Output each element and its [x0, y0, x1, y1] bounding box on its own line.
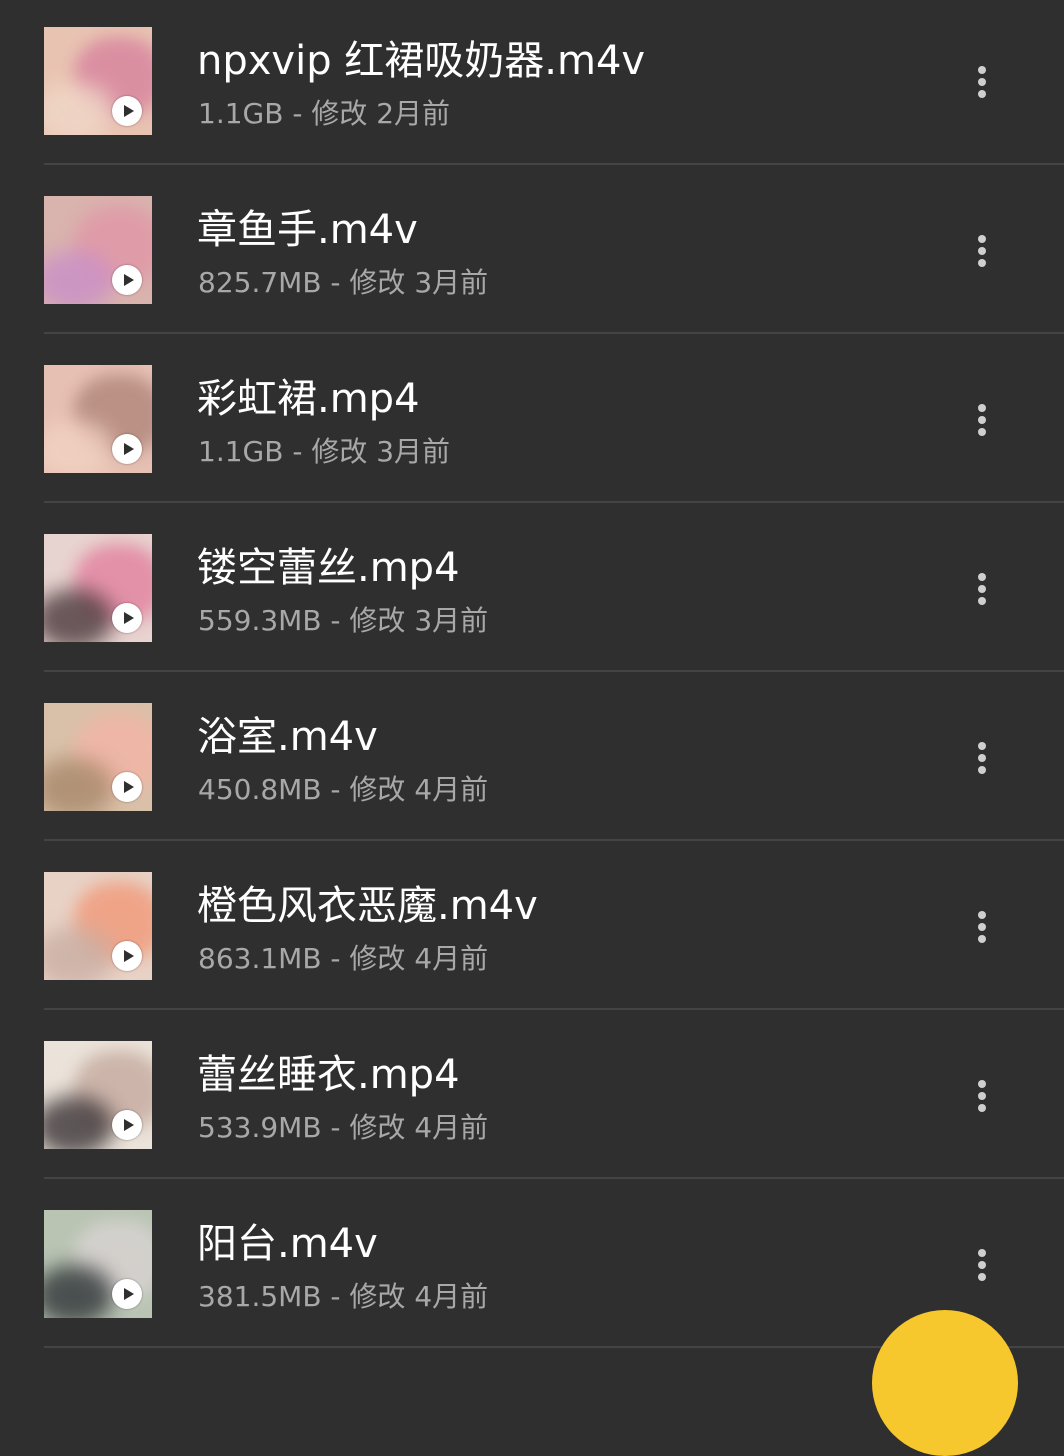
video-thumbnail[interactable] — [44, 1041, 152, 1149]
file-meta: 825.7MB - 修改 3月前 — [198, 266, 489, 299]
more-vert-icon — [978, 404, 986, 412]
more-vert-icon — [978, 573, 986, 581]
file-meta: 1.1GB - 修改 2月前 — [198, 97, 451, 130]
more-vert-icon — [978, 935, 986, 943]
file-name: 橙色风衣恶魔.m4v — [197, 883, 538, 929]
row-divider — [44, 839, 1064, 841]
file-row[interactable]: 橙色风衣恶魔.m4v 863.1MB - 修改 4月前 — [0, 845, 1064, 1014]
video-thumbnail[interactable] — [44, 365, 152, 473]
more-options-button[interactable] — [962, 396, 1002, 444]
file-name: 章鱼手.m4v — [197, 207, 418, 253]
more-vert-icon — [978, 428, 986, 436]
file-meta: 533.9MB - 修改 4月前 — [198, 1111, 489, 1144]
row-divider — [44, 332, 1064, 334]
more-vert-icon — [978, 597, 986, 605]
more-options-button[interactable] — [962, 565, 1002, 613]
file-row[interactable]: 镂空蕾丝.mp4 559.3MB - 修改 3月前 — [0, 507, 1064, 676]
more-options-button[interactable] — [962, 1241, 1002, 1289]
more-vert-icon — [978, 1249, 986, 1257]
play-icon — [112, 434, 142, 464]
video-thumbnail[interactable] — [44, 1210, 152, 1318]
play-icon — [112, 1110, 142, 1140]
more-vert-icon — [978, 416, 986, 424]
file-name: 彩虹裙.mp4 — [197, 376, 420, 422]
floating-action-button[interactable] — [872, 1310, 1018, 1456]
file-name: 浴室.m4v — [197, 714, 378, 760]
more-vert-icon — [978, 235, 986, 243]
file-meta: 1.1GB - 修改 3月前 — [198, 435, 451, 468]
more-vert-icon — [978, 742, 986, 750]
row-divider — [44, 501, 1064, 503]
file-row[interactable]: 章鱼手.m4v 825.7MB - 修改 3月前 — [0, 169, 1064, 338]
video-thumbnail[interactable] — [44, 27, 152, 135]
row-divider — [44, 1177, 1064, 1179]
file-row[interactable]: 浴室.m4v 450.8MB - 修改 4月前 — [0, 676, 1064, 845]
row-divider — [44, 163, 1064, 165]
play-icon — [112, 941, 142, 971]
file-name: 阳台.m4v — [197, 1221, 378, 1267]
play-icon — [112, 603, 142, 633]
more-vert-icon — [978, 585, 986, 593]
more-vert-icon — [978, 923, 986, 931]
more-vert-icon — [978, 1104, 986, 1112]
play-icon — [112, 96, 142, 126]
more-options-button[interactable] — [962, 1072, 1002, 1120]
more-vert-icon — [978, 1273, 986, 1281]
video-thumbnail[interactable] — [44, 703, 152, 811]
file-meta: 450.8MB - 修改 4月前 — [198, 773, 489, 806]
more-vert-icon — [978, 259, 986, 267]
more-options-button[interactable] — [962, 227, 1002, 275]
file-row[interactable]: 蕾丝睡衣.mp4 533.9MB - 修改 4月前 — [0, 1014, 1064, 1183]
more-vert-icon — [978, 78, 986, 86]
more-options-button[interactable] — [962, 734, 1002, 782]
video-file-list: npxvip 红裙吸奶器.m4v 1.1GB - 修改 2月前章鱼手.m4v 825… — [0, 0, 1064, 1348]
row-divider — [44, 670, 1064, 672]
play-icon — [112, 1279, 142, 1309]
video-thumbnail[interactable] — [44, 534, 152, 642]
more-vert-icon — [978, 911, 986, 919]
more-options-button[interactable] — [962, 58, 1002, 106]
more-vert-icon — [978, 1092, 986, 1100]
video-thumbnail[interactable] — [44, 196, 152, 304]
file-row[interactable]: npxvip 红裙吸奶器.m4v 1.1GB - 修改 2月前 — [0, 0, 1064, 169]
file-name: 蕾丝睡衣.mp4 — [197, 1052, 460, 1098]
file-name: npxvip 红裙吸奶器.m4v — [197, 38, 646, 84]
more-vert-icon — [978, 754, 986, 762]
play-icon — [112, 265, 142, 295]
more-vert-icon — [978, 90, 986, 98]
file-meta: 381.5MB - 修改 4月前 — [198, 1280, 489, 1313]
play-icon — [112, 772, 142, 802]
more-vert-icon — [978, 1261, 986, 1269]
more-vert-icon — [978, 247, 986, 255]
more-vert-icon — [978, 1080, 986, 1088]
file-meta: 559.3MB - 修改 3月前 — [198, 604, 489, 637]
more-vert-icon — [978, 66, 986, 74]
row-divider — [44, 1008, 1064, 1010]
more-vert-icon — [978, 766, 986, 774]
file-meta: 863.1MB - 修改 4月前 — [198, 942, 489, 975]
file-row[interactable]: 彩虹裙.mp4 1.1GB - 修改 3月前 — [0, 338, 1064, 507]
file-name: 镂空蕾丝.mp4 — [197, 545, 460, 591]
more-options-button[interactable] — [962, 903, 1002, 951]
video-thumbnail[interactable] — [44, 872, 152, 980]
